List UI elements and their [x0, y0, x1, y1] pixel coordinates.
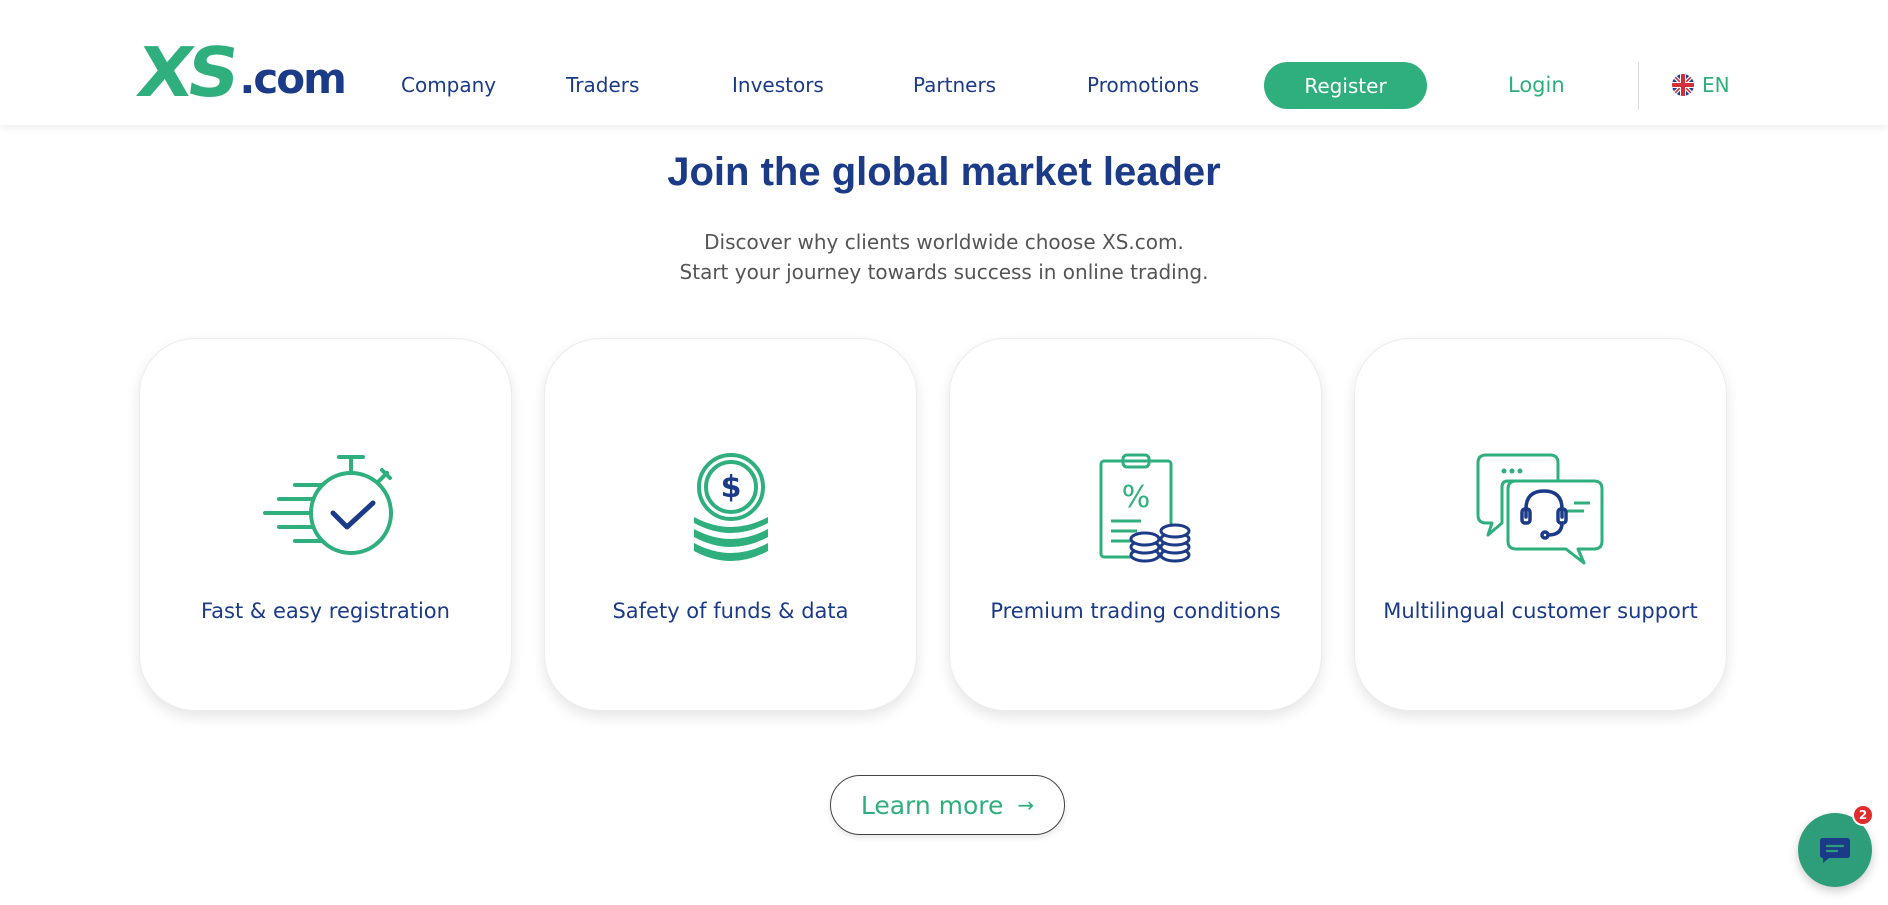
chat-headset-icon	[1476, 453, 1603, 565]
uk-flag-icon	[1672, 74, 1694, 96]
logo-com-text: .com	[239, 54, 346, 103]
coin-stack-dollar-icon: $	[693, 453, 768, 561]
clipboard-percent-coins-icon: %	[1099, 453, 1190, 563]
logo-xs-text: XS	[132, 32, 239, 112]
page: XS .com Company Traders Investors Partne…	[0, 0, 1888, 905]
svg-text:%: %	[1121, 480, 1150, 515]
register-button[interactable]: Register	[1264, 62, 1427, 109]
nav-item-promotions[interactable]: Promotions	[1087, 73, 1199, 97]
svg-text:$: $	[720, 470, 741, 505]
xs-logo[interactable]: XS .com	[132, 32, 356, 112]
feature-card-safety: $ Safety of funds & data	[544, 338, 917, 711]
hero-subtitle-line2: Start your journey towards success in on…	[679, 260, 1209, 284]
chat-bubble-icon	[1820, 838, 1850, 863]
hero-subtitle-line1: Discover why clients worldwide choose XS…	[704, 230, 1184, 254]
nav-item-company[interactable]: Company	[401, 73, 496, 97]
feature-card-registration: Fast & easy registration	[139, 338, 512, 711]
header-divider	[1638, 62, 1639, 110]
site-header: XS .com Company Traders Investors Partne…	[0, 0, 1888, 125]
language-selector[interactable]: EN	[1672, 73, 1730, 97]
nav-item-investors[interactable]: Investors	[732, 73, 824, 97]
nav-item-traders[interactable]: Traders	[566, 73, 639, 97]
login-link[interactable]: Login	[1508, 73, 1565, 97]
feature-card-support: Multilingual customer support	[1354, 338, 1727, 711]
learn-more-button[interactable]: Learn more →	[830, 775, 1065, 835]
feature-card-trading-conditions: % Premium trading conditions	[949, 338, 1322, 711]
feature-label-registration: Fast & easy registration	[201, 599, 450, 623]
feature-label-safety: Safety of funds & data	[612, 599, 849, 623]
feature-label-support: Multilingual customer support	[1383, 599, 1698, 623]
language-code: EN	[1702, 73, 1730, 97]
stopwatch-check-icon	[262, 455, 393, 555]
page-title: Join the global market leader	[667, 150, 1221, 194]
arrow-right-icon: →	[1017, 793, 1035, 817]
nav-item-partners[interactable]: Partners	[913, 73, 996, 97]
learn-more-label: Learn more	[860, 790, 1004, 820]
notification-badge: 2	[1852, 804, 1874, 826]
feature-label-trading-conditions: Premium trading conditions	[990, 599, 1281, 623]
